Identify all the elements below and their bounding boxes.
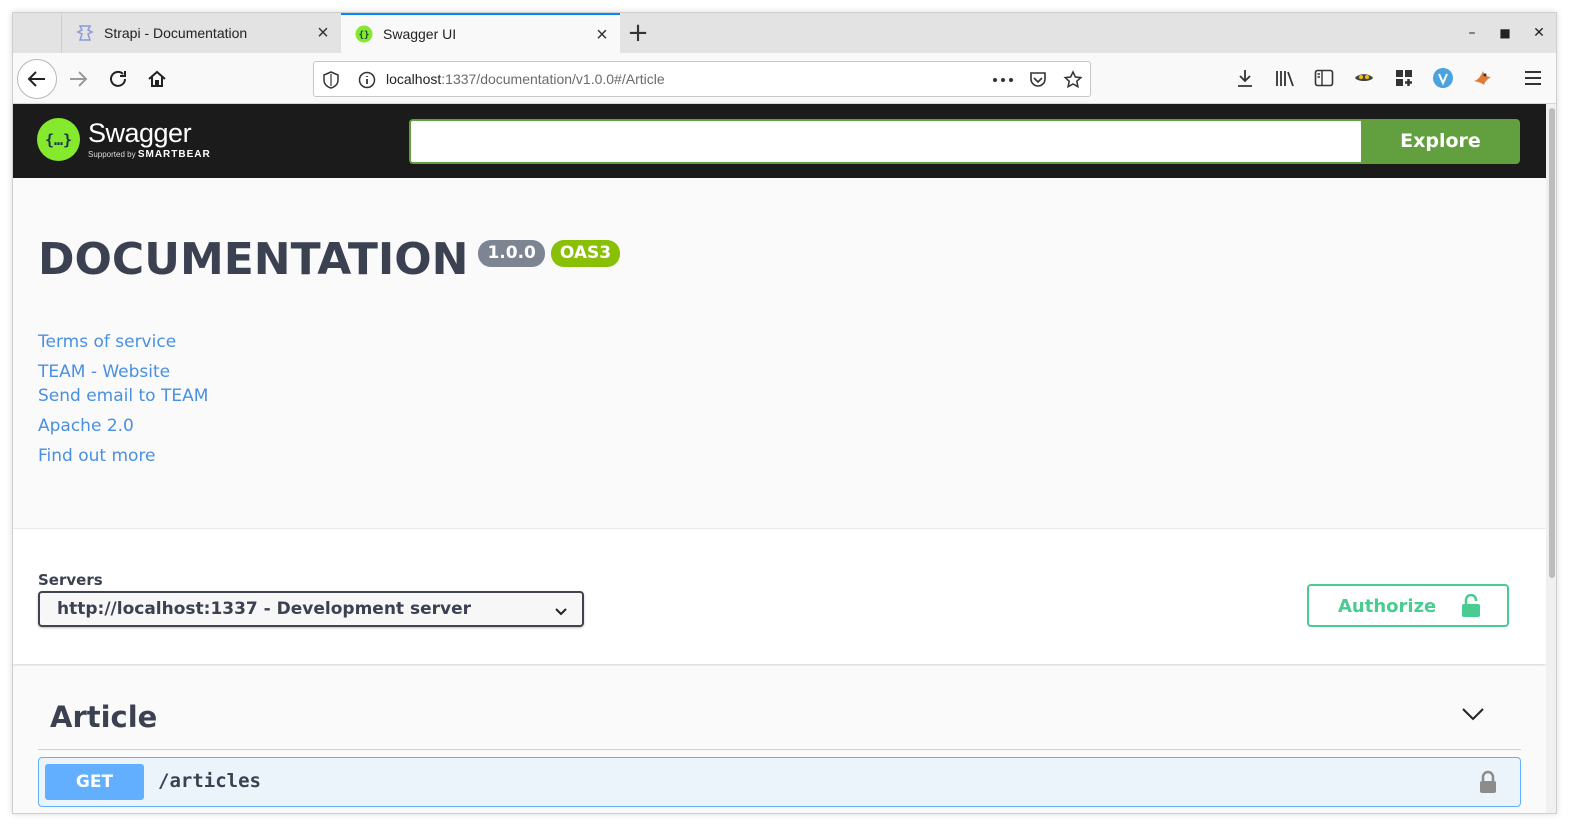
url-host: localhost bbox=[386, 71, 442, 87]
back-button[interactable] bbox=[17, 59, 57, 99]
home-icon bbox=[148, 70, 166, 87]
servers-label: Servers bbox=[38, 571, 103, 589]
close-window-icon[interactable]: ✕ bbox=[1531, 25, 1547, 41]
api-info: DOCUMENTATION 1.0.0 OAS3 bbox=[38, 234, 621, 285]
chevron-down-icon[interactable] bbox=[1461, 706, 1485, 726]
svg-text:{}: {} bbox=[359, 31, 370, 41]
home-button[interactable] bbox=[143, 65, 171, 93]
extension-mask-icon[interactable] bbox=[1352, 66, 1376, 90]
reload-button[interactable] bbox=[104, 65, 132, 93]
explore-button[interactable]: Explore bbox=[1361, 119, 1520, 164]
forward-button[interactable] bbox=[64, 65, 92, 93]
tab-swagger-ui[interactable]: {} Swagger UI × bbox=[341, 13, 620, 53]
swagger-logo-icon: {…} bbox=[37, 118, 80, 161]
swagger-brand-name: Swagger bbox=[88, 117, 192, 148]
selected-server: http://localhost:1337 - Development serv… bbox=[57, 599, 472, 619]
swagger-topbar: {…} Swagger Supported by SMARTBEAR Explo… bbox=[13, 104, 1546, 178]
chevron-down-icon bbox=[554, 602, 568, 621]
tab-title: Swagger UI bbox=[383, 26, 457, 42]
brand-sub-text: Supported by bbox=[88, 149, 136, 159]
scrollbar-thumb[interactable] bbox=[1549, 108, 1555, 578]
license-link[interactable]: Apache 2.0 bbox=[38, 416, 134, 436]
extension-grid-icon[interactable] bbox=[1392, 66, 1416, 90]
page-scrollbar[interactable] bbox=[1546, 104, 1556, 813]
page-title: DOCUMENTATION 1.0.0 OAS3 bbox=[38, 234, 621, 285]
api-title: DOCUMENTATION bbox=[38, 234, 469, 285]
info-icon[interactable] bbox=[356, 69, 378, 91]
swagger-brand-sub: Supported by SMARTBEAR bbox=[88, 149, 211, 160]
operation-get-articles[interactable]: GET /articles bbox=[38, 757, 1521, 807]
spec-url-input[interactable] bbox=[409, 119, 1361, 164]
url-text[interactable]: localhost:1337/documentation/v1.0.0#/Art… bbox=[386, 71, 665, 87]
tab-strip: Strapi - Documentation × {} Swagger UI ×… bbox=[13, 13, 1556, 53]
tag-title: Article bbox=[50, 700, 158, 734]
close-tab-icon[interactable]: × bbox=[592, 25, 612, 45]
swagger-logo-text: Swagger Supported by SMARTBEAR bbox=[88, 117, 211, 160]
strapi-favicon-icon bbox=[76, 24, 94, 42]
pocket-icon[interactable] bbox=[1027, 69, 1049, 91]
extension-blue-icon[interactable] bbox=[1431, 66, 1455, 90]
find-out-more-link[interactable]: Find out more bbox=[38, 446, 156, 466]
oas-badge: OAS3 bbox=[550, 240, 621, 267]
arrow-right-icon bbox=[70, 71, 88, 87]
swagger-logo[interactable]: {…} Swagger Supported by SMARTBEAR bbox=[37, 118, 211, 161]
library-icon[interactable] bbox=[1273, 66, 1297, 90]
download-icon[interactable] bbox=[1233, 66, 1257, 90]
authorize-label: Authorize bbox=[1338, 596, 1437, 617]
version-badge: 1.0.0 bbox=[478, 240, 545, 267]
brand-sub-strong: SMARTBEAR bbox=[137, 148, 211, 160]
terms-of-service-link[interactable]: Terms of service bbox=[38, 332, 176, 352]
maximize-icon[interactable]: ■ bbox=[1497, 26, 1513, 40]
browser-window: Strapi - Documentation × {} Swagger UI ×… bbox=[12, 12, 1557, 814]
url-path: :1337/documentation/v1.0.0#/Article bbox=[441, 71, 665, 87]
tab-strapi-documentation[interactable]: Strapi - Documentation × bbox=[61, 13, 341, 53]
extension-bird-icon[interactable] bbox=[1470, 66, 1494, 90]
servers-section: Servers http://localhost:1337 - Developm… bbox=[13, 528, 1546, 664]
unlocked-padlock-icon bbox=[1461, 593, 1481, 623]
team-website-link[interactable]: TEAM - Website bbox=[38, 362, 170, 382]
padlock-icon[interactable] bbox=[1478, 770, 1498, 798]
more-actions-icon[interactable] bbox=[992, 69, 1014, 91]
swagger-favicon-icon: {} bbox=[355, 25, 373, 43]
authorize-button[interactable]: Authorize bbox=[1307, 584, 1509, 627]
servers-select[interactable]: http://localhost:1337 - Development serv… bbox=[38, 591, 584, 627]
tab-title: Strapi - Documentation bbox=[104, 25, 248, 41]
minimize-icon[interactable]: – bbox=[1464, 25, 1480, 41]
sidebar-icon[interactable] bbox=[1312, 66, 1336, 90]
http-method-badge: GET bbox=[45, 764, 144, 800]
navigation-bar: localhost:1337/documentation/v1.0.0#/Art… bbox=[13, 53, 1556, 104]
shield-icon[interactable] bbox=[320, 69, 342, 91]
new-tab-plus-icon[interactable]: + bbox=[625, 20, 651, 47]
bookmark-star-icon[interactable] bbox=[1062, 69, 1084, 91]
operation-path: /articles bbox=[158, 770, 261, 792]
tag-header[interactable]: Article bbox=[38, 684, 1521, 750]
arrow-left-icon bbox=[27, 71, 45, 87]
hamburger-menu-icon[interactable] bbox=[1521, 66, 1545, 90]
reload-icon bbox=[110, 70, 126, 87]
page-content: {…} Swagger Supported by SMARTBEAR Explo… bbox=[13, 104, 1546, 813]
send-email-link[interactable]: Send email to TEAM bbox=[38, 386, 208, 406]
close-tab-icon[interactable]: × bbox=[313, 23, 333, 43]
url-bar[interactable]: localhost:1337/documentation/v1.0.0#/Art… bbox=[313, 61, 1091, 97]
